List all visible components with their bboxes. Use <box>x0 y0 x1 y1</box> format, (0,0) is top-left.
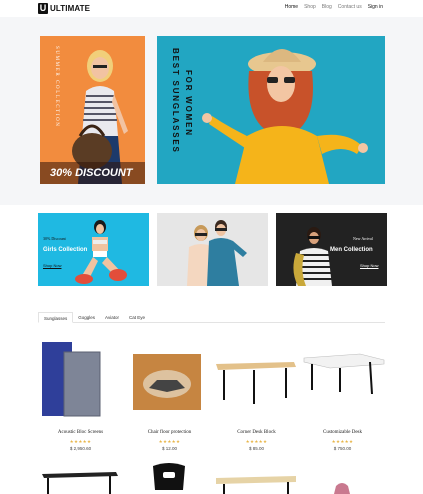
tab-sunglasses[interactable]: Sunglasses <box>38 312 74 323</box>
product-card[interactable]: Chair floor protection ★★★★★ $ 12.00 <box>127 340 212 460</box>
product-image[interactable] <box>214 460 299 494</box>
best-sunglasses-label: BEST SUNGLASSES <box>171 48 180 154</box>
product-image[interactable] <box>38 460 123 494</box>
couple-model-image <box>187 220 247 286</box>
product-card[interactable] <box>127 460 212 494</box>
summer-collection-label: SUMMER COLLECTION <box>54 46 59 128</box>
men-collection-banner[interactable]: New Arrival Men Collection Shop Now <box>276 213 387 286</box>
rating-stars: ★★★★★ <box>245 439 268 444</box>
product-image[interactable] <box>127 460 212 494</box>
girls-collection-title: Girls Collection <box>43 247 88 253</box>
logo[interactable]: U ULTIMATE <box>38 3 90 14</box>
product-name[interactable]: Customizable Desk <box>300 430 385 435</box>
chair-floor-protection-image <box>133 354 201 410</box>
rating-stars: ★★★★★ <box>69 439 92 444</box>
product-name[interactable]: Corner Desk Block <box>214 430 299 435</box>
girls-shop-now-link[interactable]: Shop Now <box>43 263 61 268</box>
product-card[interactable] <box>38 460 123 494</box>
acoustic-screens-image <box>42 342 101 417</box>
site-header: U ULTIMATE Home Shop Blog Contact us Sig… <box>0 0 423 17</box>
hero-sunglasses-banner[interactable]: BEST SUNGLASSES FOR WOMEN <box>157 36 385 184</box>
corner-desk-image <box>216 362 296 404</box>
men-shop-now-link[interactable]: Shop Now <box>360 263 378 268</box>
product-card[interactable] <box>214 460 299 494</box>
men-collection-title: Men Collection <box>330 247 373 253</box>
nav-shop[interactable]: Shop <box>304 4 316 10</box>
product-card[interactable]: Acoustic Bloc Screens ★★★★★ $ 2,950.60 <box>38 340 123 460</box>
tab-goggles[interactable]: Goggles <box>73 312 100 323</box>
couple-banner[interactable] <box>157 213 268 286</box>
rating-stars: ★★★★★ <box>158 439 181 444</box>
nav-contact[interactable]: Contact us <box>338 4 362 10</box>
tab-aviator[interactable]: Aviator <box>100 312 124 323</box>
for-women-label: FOR WOMEN <box>184 70 193 137</box>
logo-text: ULTIMATE <box>50 4 91 13</box>
product-image[interactable] <box>300 340 385 420</box>
product-image[interactable] <box>300 460 385 494</box>
customizable-desk-image <box>303 353 385 395</box>
girls-collection-banner[interactable]: 30% Discount Girls Collection Shop Now <box>38 213 149 286</box>
nav-sign-in[interactable]: Sign in <box>368 4 383 10</box>
product-name[interactable]: Chair floor protection <box>127 430 212 435</box>
nav-home[interactable]: Home <box>285 4 298 10</box>
logo-mark: U <box>38 3 48 14</box>
product-card[interactable]: Customizable Desk ★★★★★ $ 750.00 <box>300 340 385 460</box>
tab-cat-eye[interactable]: Cat Eye <box>124 312 150 323</box>
nav-blog[interactable]: Blog <box>322 4 332 10</box>
product-price: $ 750.00 <box>333 446 352 451</box>
hero-summer-banner[interactable]: SUMMER COLLECTION 30% DISCOUNT <box>40 36 145 184</box>
product-category-tabs: Sunglasses Goggles Aviator Cat Eye <box>38 312 385 323</box>
product-price: $ 85.00 <box>248 446 264 451</box>
product-price: $ 2,950.60 <box>69 446 92 451</box>
product-image[interactable] <box>127 340 212 420</box>
product-image[interactable] <box>214 340 299 420</box>
product-image[interactable] <box>38 340 123 420</box>
product-price: $ 12.00 <box>161 446 177 451</box>
product-name[interactable]: Acoustic Bloc Screens <box>38 430 123 435</box>
discount-label: 30% DISCOUNT <box>40 162 145 184</box>
main-nav: Home Shop Blog Contact us Sign in <box>285 4 383 10</box>
product-card[interactable]: Corner Desk Block ★★★★★ $ 85.00 <box>214 340 299 460</box>
banner-discount-label: 30% Discount <box>43 236 66 241</box>
new-arrival-label: New Arrival <box>353 236 373 241</box>
product-card[interactable] <box>300 460 385 494</box>
rating-stars: ★★★★★ <box>331 439 354 444</box>
